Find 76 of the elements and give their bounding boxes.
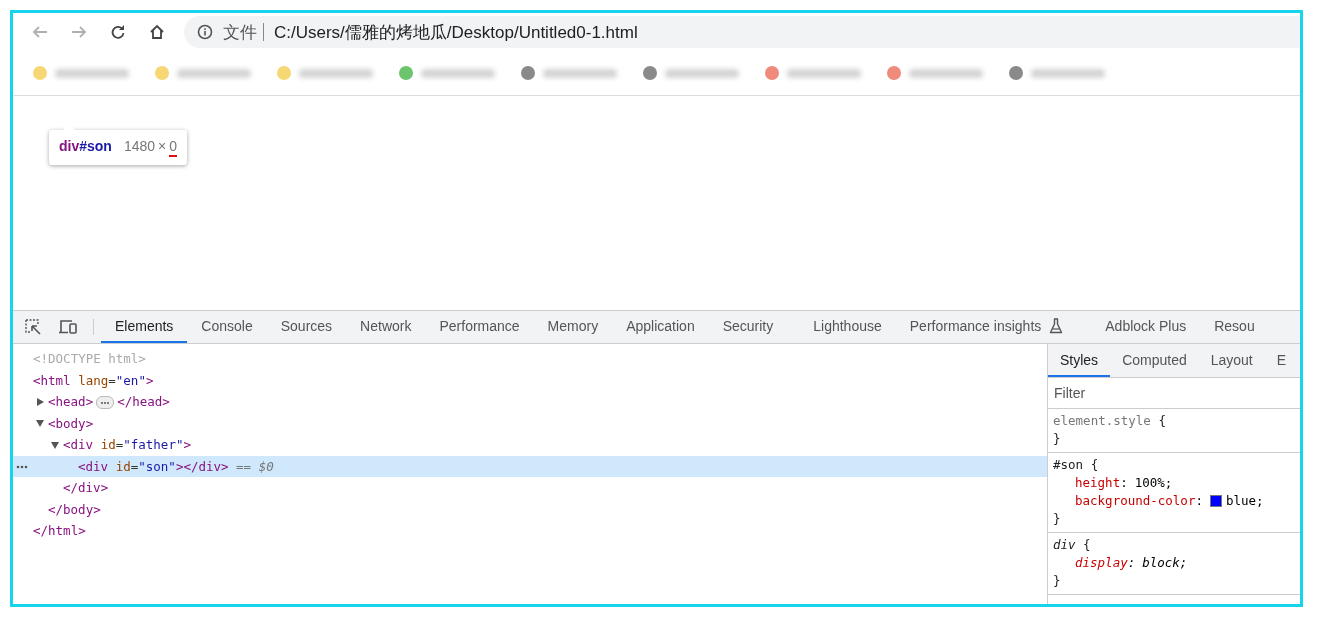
devtools-tab[interactable]: Adblock Plus	[1091, 311, 1201, 343]
address-bar[interactable]: 文件 C:/Users/儒雅的烤地瓜/Desktop/Untitled0-1.html	[184, 16, 1300, 48]
sidebar-tab[interactable]: E	[1264, 344, 1299, 377]
ellipsis-icon[interactable]	[96, 396, 115, 410]
property-value: block;	[1142, 554, 1188, 572]
open-brace: {	[1090, 457, 1099, 472]
rule-selector: #son	[1053, 457, 1084, 472]
devtools-tab[interactable]: Application	[612, 311, 709, 343]
url-text: C:/Users/儒雅的烤地瓜/Desktop/Untitled0-1.html	[274, 21, 638, 44]
reload-icon[interactable]	[109, 23, 127, 41]
property-value: blue;	[1225, 492, 1264, 510]
open-brace: {	[1083, 537, 1091, 552]
property-name: height	[1075, 474, 1121, 492]
dom-node-text: <html lang="en">	[33, 372, 154, 388]
open-brace: {	[1158, 413, 1166, 428]
colon: :	[1127, 554, 1136, 572]
dom-node-text: <!DOCTYPE html>	[33, 351, 146, 367]
rule-selector: element.style	[1053, 413, 1151, 428]
element-height: 0	[169, 138, 178, 157]
dom-node-text: <div id="father">	[63, 437, 191, 453]
devtools-tab[interactable]: Performance	[425, 311, 534, 343]
dom-line[interactable]: <html lang="en">	[13, 369, 1047, 391]
security-label: 文件	[223, 21, 257, 44]
dom-line[interactable]: </body>	[13, 498, 1047, 520]
property-value: 100%;	[1134, 474, 1173, 492]
element-width: 1480	[123, 138, 156, 154]
dom-line[interactable]: </html>	[13, 520, 1047, 542]
info-icon[interactable]	[197, 24, 213, 40]
more-icon[interactable]	[16, 464, 28, 469]
property-name: display	[1075, 554, 1128, 572]
color-swatch[interactable]	[1209, 495, 1222, 507]
blurred-bookmark[interactable]	[643, 66, 739, 80]
inspect-icon[interactable]	[23, 317, 43, 337]
devtools-tab[interactable]: Lighthouse	[799, 311, 896, 343]
dom-node-text: <body>	[48, 415, 94, 431]
dom-node-text: </div>	[63, 480, 109, 496]
close-brace: }	[1053, 573, 1061, 588]
devtools-tab[interactable]: Security	[708, 311, 788, 343]
close-brace: }	[1053, 431, 1061, 446]
expanded-triangle-icon[interactable]	[50, 439, 60, 450]
expanded-triangle-icon[interactable]	[35, 418, 45, 429]
blurred-bookmark[interactable]	[887, 66, 983, 80]
devtools-tab[interactable]: Memory	[533, 311, 613, 343]
blurred-bookmark[interactable]	[399, 66, 495, 80]
devtools-tab[interactable]: Performance insights	[895, 311, 1078, 343]
colon: :	[1195, 492, 1203, 510]
colon: :	[1120, 474, 1128, 492]
home-icon[interactable]	[148, 23, 166, 41]
blurred-bookmark[interactable]	[765, 66, 861, 80]
devtools-tab[interactable]: Resou	[1200, 311, 1269, 343]
sidebar-tab[interactable]: Styles	[1048, 344, 1111, 377]
dom-line[interactable]: </div>	[13, 477, 1047, 499]
dom-line[interactable]: <head> </head>	[13, 391, 1047, 413]
dom-node-text: </body>	[48, 501, 101, 517]
blurred-bookmark[interactable]	[521, 66, 617, 80]
devtools-tab[interactable]: Elements	[101, 311, 188, 343]
dom-line[interactable]: <body>	[13, 412, 1047, 434]
devtools-tab[interactable]: Sources	[266, 311, 347, 343]
property-name: background-color	[1075, 492, 1196, 510]
devtools-tab[interactable]: Network	[346, 311, 426, 343]
collapsed-triangle-icon[interactable]	[35, 396, 45, 407]
dom-node-text: <div id="son"></div> == $0	[78, 458, 274, 474]
rule-selector: div	[1053, 537, 1076, 552]
device-toolbar-icon[interactable]	[57, 317, 79, 337]
close-brace: }	[1053, 511, 1061, 526]
tag-name: div	[59, 138, 80, 154]
devtools-tab[interactable]: Console	[187, 311, 267, 343]
sidebar-tab[interactable]: Computed	[1110, 344, 1199, 377]
dom-node-text: </html>	[33, 523, 86, 539]
blurred-bookmark[interactable]	[1009, 66, 1105, 80]
element-selector: #son	[79, 138, 112, 154]
dom-line[interactable]: <div id="father">	[13, 434, 1047, 456]
sidebar-tab[interactable]: Layout	[1198, 344, 1265, 377]
dom-node-text: <head> </head>	[48, 394, 170, 410]
times-sign: ×	[158, 138, 167, 154]
flask-icon	[1049, 318, 1064, 334]
